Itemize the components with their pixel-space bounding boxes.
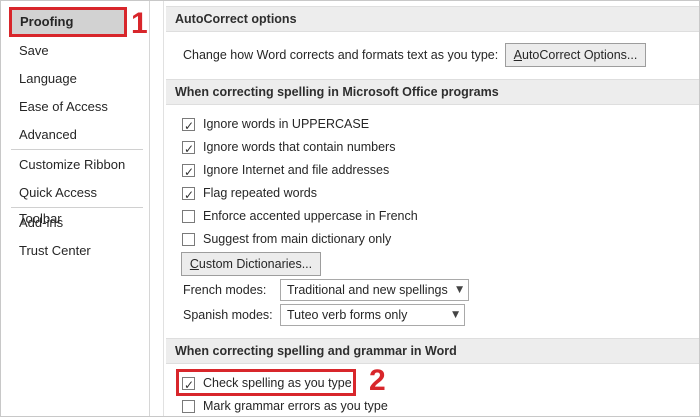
autocorrect-options-button[interactable]: AutoCorrect Options... <box>505 43 646 67</box>
annotation-number-2: 2 <box>369 364 386 397</box>
spanish-modes-label: Spanish modes: <box>183 308 273 322</box>
checkbox[interactable] <box>182 210 195 223</box>
option-label: Ignore words that contain numbers <box>203 140 396 154</box>
checkbox[interactable] <box>182 139 195 159</box>
sidebar-scroll-gutter <box>150 1 164 416</box>
section-header-word-spelling: When correcting spelling and grammar in … <box>166 338 699 364</box>
checkbox[interactable] <box>182 185 195 205</box>
option-label: Ignore Internet and file addresses <box>203 163 390 177</box>
sidebar-item-add-ins[interactable]: Add-ins <box>9 210 139 236</box>
sidebar-item-save[interactable]: Save <box>9 38 139 64</box>
checkbox[interactable] <box>182 400 195 413</box>
sidebar-item-trust-center[interactable]: Trust Center <box>9 238 139 264</box>
custom-dictionaries-label: ustom Dictionaries... <box>198 257 313 271</box>
spanish-modes-select[interactable]: Tuteo verb forms only ▼ <box>280 304 465 326</box>
sidebar-item-advanced[interactable]: Advanced <box>9 122 139 148</box>
autocorrect-button-label: utoCorrect Options... <box>522 48 638 62</box>
option-label: Enforce accented uppercase in French <box>203 209 418 223</box>
french-modes-select[interactable]: Traditional and new spellings ▼ <box>280 279 469 301</box>
checkbox[interactable] <box>182 233 195 246</box>
highlight-box-check-spelling <box>176 369 356 396</box>
sidebar-divider <box>11 207 143 208</box>
checkbox[interactable] <box>182 116 195 136</box>
proofing-panel: AutoCorrect options Change how Word corr… <box>166 1 699 416</box>
option-label: Mark grammar errors as you type <box>203 399 388 413</box>
annotation-number-1: 1 <box>131 7 148 40</box>
french-modes-label: French modes: <box>183 283 267 297</box>
option-label: Suggest from main dictionary only <box>203 232 392 246</box>
autocorrect-button-accelerator: A <box>513 48 522 62</box>
sidebar-item-customize-ribbon[interactable]: Customize Ribbon <box>9 152 139 178</box>
custom-dictionaries-accelerator: C <box>189 257 199 271</box>
section-header-autocorrect: AutoCorrect options <box>166 6 699 32</box>
section-header-office-spelling: When correcting spelling in Microsoft Of… <box>166 79 699 105</box>
custom-dictionaries-button[interactable]: Custom Dictionaries... <box>181 252 321 276</box>
sidebar-item-proofing[interactable]: Proofing <box>9 7 127 37</box>
french-modes-value: Traditional and new spellings <box>287 283 448 297</box>
sidebar-item-ease-of-access[interactable]: Ease of Access <box>9 94 139 120</box>
options-sidebar: Proofing Save Language Ease of Access Ad… <box>1 1 149 416</box>
spanish-modes-value: Tuteo verb forms only <box>287 308 408 322</box>
chevron-down-icon: ▼ <box>452 310 459 320</box>
option-label: Ignore words in UPPERCASE <box>203 117 370 131</box>
chevron-down-icon: ▼ <box>456 285 463 295</box>
sidebar-item-quick-access-toolbar[interactable]: Quick Access Toolbar <box>9 180 139 226</box>
sidebar-divider <box>11 149 143 150</box>
sidebar-item-language[interactable]: Language <box>9 66 139 92</box>
checkbox[interactable] <box>182 162 195 182</box>
autocorrect-description: Change how Word corrects and formats tex… <box>183 48 499 62</box>
option-label: Flag repeated words <box>203 186 317 200</box>
